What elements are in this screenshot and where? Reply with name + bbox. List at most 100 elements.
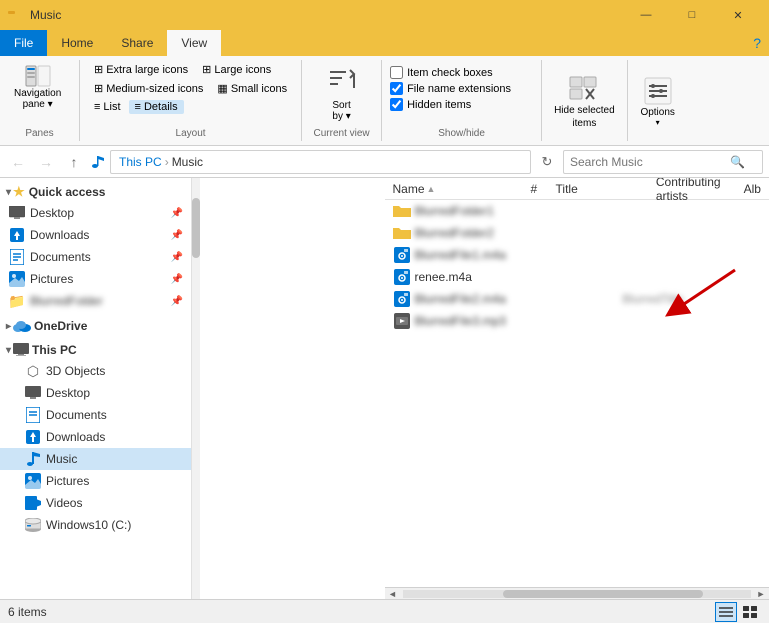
blurred-folder-icon-quick: 📁: [8, 292, 26, 310]
col-header-hash[interactable]: #: [530, 182, 555, 196]
table-row[interactable]: BlurredFile2.m4a BlurredTitle: [385, 288, 769, 310]
list-btn[interactable]: ≡ List: [88, 100, 127, 114]
ribbon-content: Navigationpane ▾ Panes ⊞ Extra large ico…: [0, 56, 769, 145]
documents-icon-quick: [8, 248, 26, 266]
sidebar-scrollbar-thumb[interactable]: [192, 198, 200, 258]
media-icon-row3: [393, 246, 411, 264]
onedrive-header[interactable]: ▸ OneDrive: [0, 316, 191, 336]
ribbon-group-current-view: Sortby ▾ Current view: [302, 60, 382, 141]
sidebar-item-documents-quick[interactable]: Documents 📌: [0, 246, 191, 268]
item-checkboxes-row[interactable]: Item check boxes: [390, 66, 493, 79]
file-extensions-checkbox[interactable]: [390, 82, 403, 95]
sidebar-item-downloads-pc[interactable]: Downloads: [0, 426, 191, 448]
h-scroll-left-btn[interactable]: ◄: [385, 588, 401, 600]
h-scroll-right-btn[interactable]: ►: [753, 588, 769, 600]
sidebar-item-downloads-quick[interactable]: Downloads 📌: [0, 224, 191, 246]
maximize-button[interactable]: □: [669, 0, 715, 30]
item-checkboxes-label: Item check boxes: [407, 67, 493, 79]
sidebar-scrollbar[interactable]: [192, 178, 200, 599]
minimize-button[interactable]: —: [623, 0, 669, 30]
documents-icon-pc: [24, 406, 42, 424]
sidebar-item-videos-pc[interactable]: Videos: [0, 492, 191, 514]
sidebar-item-windows-drive[interactable]: Windows10 (C:): [0, 514, 191, 536]
details-view-icon: [719, 606, 733, 618]
large-icon: ⊞: [202, 63, 211, 76]
options-icon: [640, 75, 676, 107]
sort-by-button[interactable]: Sortby ▾: [322, 62, 362, 126]
tab-file[interactable]: File: [0, 30, 47, 56]
search-box[interactable]: 🔍: [563, 150, 763, 174]
table-row[interactable]: BlurredFolder2: [385, 222, 769, 244]
col-name-sort-arrow: ▲: [427, 184, 436, 194]
sidebar-item-desktop-pc[interactable]: Desktop: [0, 382, 191, 404]
sidebar-section-this-pc: ▾ This PC ⬡ 3D Objects Desktop: [0, 340, 191, 536]
details-btn[interactable]: ≡ Details: [129, 100, 184, 114]
file-extensions-row[interactable]: File name extensions: [390, 82, 511, 95]
sidebar-section-quick-access: ▾ ★ Quick access Desktop 📌 Downloads: [0, 182, 191, 312]
h-scroll-thumb[interactable]: [503, 590, 703, 598]
navigation-pane-button[interactable]: Navigationpane ▾: [8, 62, 67, 112]
h-scroll-track[interactable]: [403, 590, 752, 598]
details-view-button[interactable]: [715, 602, 737, 622]
forward-button[interactable]: →: [34, 150, 58, 174]
up-button[interactable]: ↑: [62, 150, 86, 174]
sidebar-item-pictures-quick[interactable]: Pictures 📌: [0, 268, 191, 290]
options-button[interactable]: Options ▾: [636, 71, 680, 131]
col-header-name[interactable]: Name ▲: [393, 182, 531, 196]
pin-icon-desktop: 📌: [171, 208, 183, 219]
sidebar-item-desktop-quick[interactable]: Desktop 📌: [0, 202, 191, 224]
file-extensions-label: File name extensions: [407, 83, 511, 95]
refresh-button[interactable]: ↻: [535, 150, 559, 174]
extra-large-icons-btn[interactable]: ⊞ Extra large icons: [88, 62, 194, 77]
help-icon[interactable]: ?: [753, 35, 761, 51]
col-header-artist[interactable]: Contributing artists: [656, 178, 744, 203]
path-this-pc[interactable]: This PC: [119, 155, 162, 169]
file-list: BlurredFolder1 BlurredFolder2 BlurredFil…: [385, 200, 769, 587]
this-pc-header[interactable]: ▾ This PC: [0, 340, 191, 360]
videos-label-pc: Videos: [46, 496, 82, 510]
pictures-label-quick: Pictures: [30, 272, 73, 286]
quick-access-header[interactable]: ▾ ★ Quick access: [0, 182, 191, 202]
drive-label: Windows10 (C:): [46, 518, 131, 532]
table-row[interactable]: BlurredFile3.mp3: [385, 310, 769, 332]
col-header-album[interactable]: Alb: [744, 182, 761, 196]
sidebar-item-documents-pc[interactable]: Documents: [0, 404, 191, 426]
table-row[interactable]: BlurredFolder1: [385, 200, 769, 222]
hidden-items-row[interactable]: Hidden items: [390, 98, 471, 111]
table-row[interactable]: renee.m4a: [385, 266, 769, 288]
tab-view[interactable]: View: [167, 30, 221, 56]
sidebar-container: ▾ ★ Quick access Desktop 📌 Downloads: [0, 178, 385, 599]
col-album-label: Alb: [744, 182, 761, 196]
tab-share[interactable]: Share: [107, 30, 167, 56]
small-icons-btn[interactable]: ▦ Small icons: [211, 81, 293, 96]
address-path[interactable]: This PC › Music: [110, 150, 531, 174]
window-controls: — □ ✕: [623, 0, 761, 30]
3d-objects-icon: ⬡: [24, 362, 42, 380]
hide-selected-button[interactable]: Hide selected items: [550, 68, 619, 134]
title-bar: Music — □ ✕: [0, 0, 769, 30]
close-button[interactable]: ✕: [715, 0, 761, 30]
layout-row-2: ⊞ Medium-sized icons ▦ Small icons: [88, 81, 293, 96]
item-checkboxes-checkbox[interactable]: [390, 66, 403, 79]
large-icons-view-button[interactable]: [739, 602, 761, 622]
col-header-title[interactable]: Title: [556, 182, 656, 196]
tab-home[interactable]: Home: [47, 30, 107, 56]
options-dropdown-arrow: ▾: [656, 118, 660, 127]
path-music[interactable]: Music: [172, 155, 203, 169]
layout-row-1: ⊞ Extra large icons ⊞ Large icons: [88, 62, 277, 77]
sidebar-item-music-pc[interactable]: Music: [0, 448, 191, 470]
hidden-items-checkbox[interactable]: [390, 98, 403, 111]
sidebar-item-blurred-quick[interactable]: 📁 BlurredFolder 📌: [0, 290, 191, 312]
search-input[interactable]: [570, 155, 730, 169]
this-pc-label: This PC: [32, 343, 77, 357]
pin-icon-downloads: 📌: [171, 230, 183, 241]
drive-icon: [24, 516, 42, 534]
sidebar-item-3d-objects[interactable]: ⬡ 3D Objects: [0, 360, 191, 382]
path-separator: ›: [165, 155, 169, 169]
sidebar-item-pictures-pc[interactable]: Pictures: [0, 470, 191, 492]
horizontal-scrollbar[interactable]: ◄ ►: [385, 587, 769, 599]
medium-icons-btn[interactable]: ⊞ Medium-sized icons: [88, 81, 209, 96]
back-button[interactable]: ←: [6, 150, 30, 174]
large-icons-btn[interactable]: ⊞ Large icons: [196, 62, 277, 77]
table-row[interactable]: BlurredFile1.m4a: [385, 244, 769, 266]
